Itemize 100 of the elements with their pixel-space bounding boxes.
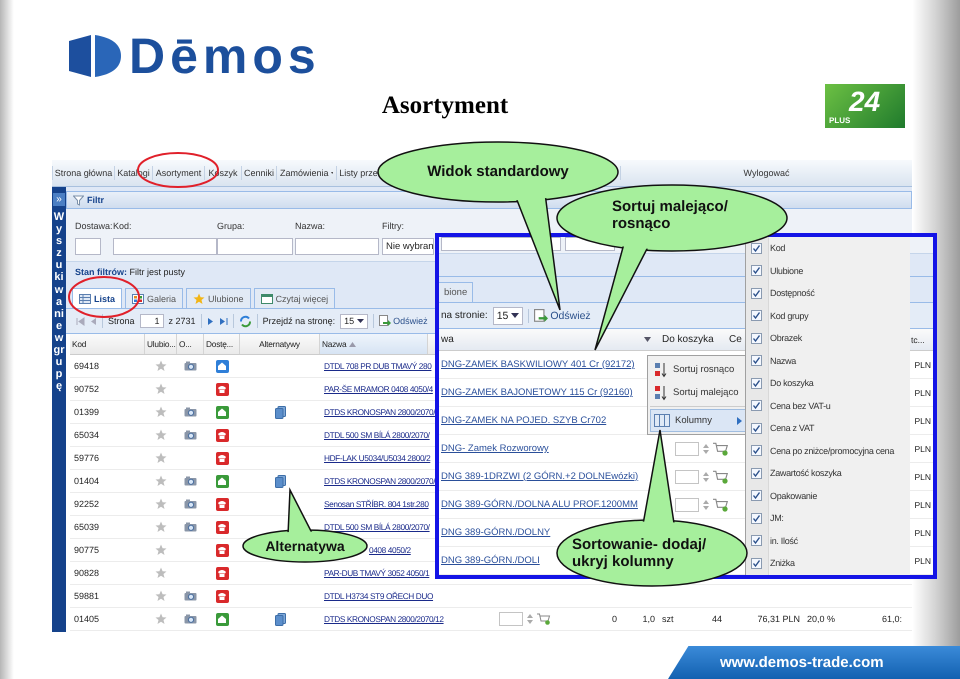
refresh-icon[interactable] xyxy=(238,314,252,328)
checkbox[interactable] xyxy=(751,400,762,412)
filter-field[interactable] xyxy=(295,238,379,255)
checkbox[interactable] xyxy=(751,490,762,502)
quantity-field[interactable] xyxy=(499,612,523,626)
star-icon[interactable] xyxy=(155,429,167,441)
checkbox[interactable] xyxy=(751,378,762,389)
documents-icon[interactable] xyxy=(274,612,286,626)
product-link[interactable]: DNG- Zamek Rozworowy xyxy=(441,443,549,454)
cart-icon[interactable] xyxy=(713,498,729,512)
menu-item[interactable]: Ulubione xyxy=(770,266,804,276)
menu-item[interactable]: JM: xyxy=(770,513,784,524)
column-header[interactable]: Nazwa xyxy=(320,334,428,354)
view-tab[interactable]: bione xyxy=(439,282,474,302)
star-icon[interactable] xyxy=(155,498,167,510)
checkbox[interactable] xyxy=(751,468,762,479)
product-link[interactable]: DTDS KRONOSPAN 2800/2070/ xyxy=(324,407,436,417)
page-field[interactable]: 1 xyxy=(140,314,164,328)
menu-item[interactable]: Obrazek xyxy=(770,333,802,344)
checkbox[interactable] xyxy=(751,332,762,344)
menu-item[interactable]: Nazwa xyxy=(770,356,796,366)
product-link[interactable]: 0408 4050/2 xyxy=(369,545,411,555)
menu-item[interactable]: Sortuj rosnąco xyxy=(650,358,746,381)
camera-icon[interactable] xyxy=(184,407,197,417)
camera-icon[interactable] xyxy=(184,361,197,371)
product-link[interactable]: DNG 389-1DRZWI (2 GÓRN.+2 DOLNEwózki) xyxy=(441,471,638,482)
expand-button[interactable]: » xyxy=(53,193,65,206)
cart-icon[interactable] xyxy=(537,613,551,625)
product-link[interactable]: DNG-ZAMEK BAJONETOWY 115 Cr (92160) xyxy=(441,387,633,398)
column-header[interactable]: Dostę... xyxy=(204,334,240,354)
product-link[interactable]: DNG 389-GÓRN./DOLNY xyxy=(441,527,550,538)
checkbox[interactable] xyxy=(751,558,762,569)
documents-icon[interactable] xyxy=(274,406,286,418)
nav-item[interactable]: Cenniki xyxy=(241,166,276,180)
product-link[interactable]: PAR-ŠE MRAMOR 0408 4050/4 xyxy=(324,384,433,394)
checkbox[interactable] xyxy=(751,242,762,254)
checkbox[interactable] xyxy=(751,288,762,299)
filter-field[interactable] xyxy=(217,238,293,255)
nav-item[interactable]: Strona główna xyxy=(52,166,114,180)
refresh-button[interactable]: Odśwież xyxy=(379,315,428,327)
menu-item[interactable]: Zniżka xyxy=(770,558,795,568)
product-link[interactable]: DTDS KRONOSPAN 2800/2070/ xyxy=(324,476,436,486)
product-link[interactable]: DNG-ZAMEK BASKWILIOWY 401 Cr (92172) xyxy=(441,359,635,370)
star-icon[interactable] xyxy=(155,383,167,395)
checkbox[interactable] xyxy=(751,355,762,366)
checkbox[interactable] xyxy=(751,445,762,456)
star-icon[interactable] xyxy=(155,613,167,625)
checkbox[interactable] xyxy=(751,535,762,546)
menu-item[interactable]: in. Ilość xyxy=(770,536,798,546)
star-icon[interactable] xyxy=(155,475,167,487)
cart-icon[interactable] xyxy=(713,442,729,456)
menu-item[interactable]: Kolumny xyxy=(650,409,746,432)
view-tab[interactable]: Ulubione xyxy=(186,288,251,308)
filter-field[interactable]: Nie wybran xyxy=(382,238,434,255)
dropdown-caret-icon[interactable] xyxy=(644,337,651,342)
filter-field[interactable] xyxy=(75,238,101,255)
view-tab[interactable]: Lista xyxy=(72,288,122,308)
menu-item[interactable]: Opakowanie xyxy=(770,490,818,501)
product-link[interactable]: DTDL 500 SM BÍLÁ 2800/2070/ xyxy=(324,430,430,440)
menu-item[interactable]: Cena z VAT xyxy=(770,423,814,434)
star-icon[interactable] xyxy=(155,452,167,464)
column-header[interactable]: tc... xyxy=(911,334,933,344)
column-header[interactable]: O... xyxy=(177,334,204,354)
star-icon[interactable] xyxy=(155,590,167,602)
menu-item[interactable]: Zawartość koszyka xyxy=(770,468,842,478)
camera-icon[interactable] xyxy=(184,430,197,440)
nav-item[interactable]: Asortyment xyxy=(152,166,204,180)
menu-item[interactable]: Kod grupy xyxy=(770,310,808,321)
camera-icon[interactable] xyxy=(184,522,197,532)
quantity-field[interactable] xyxy=(675,498,699,512)
product-link[interactable]: DNG-ZAMEK NA POJED. SZYB Cr702 xyxy=(441,415,606,426)
product-link[interactable]: Senosan STŘÍBR. 804 1str.280 xyxy=(324,499,429,509)
checkbox[interactable] xyxy=(751,310,762,322)
last-page-icon[interactable] xyxy=(218,316,228,326)
menu-item[interactable]: Kod xyxy=(770,243,786,254)
product-link[interactable]: PAR-DUB TMAVÝ 3052 4050/1 xyxy=(324,568,430,578)
spinner-icon[interactable] xyxy=(527,613,533,625)
cart-icon[interactable] xyxy=(713,470,729,484)
product-link[interactable]: DTDS KRONOSPAN 2800/2070/12 xyxy=(324,614,444,624)
camera-icon[interactable] xyxy=(184,614,197,624)
checkbox[interactable] xyxy=(751,265,762,276)
next-page-icon[interactable] xyxy=(206,316,214,326)
product-link[interactable]: DNG 389-GÓRN./DOLNA ALU PROF.1200MM xyxy=(441,499,638,510)
product-link[interactable]: HDF-LAK U5034/U5034 2800/2 xyxy=(324,453,430,463)
product-link[interactable]: DTDL 708 PR DUB TMAVÝ 280 xyxy=(324,361,432,371)
column-header[interactable]: Ce xyxy=(727,334,747,345)
checkbox[interactable] xyxy=(751,422,762,434)
previous-page-icon[interactable] xyxy=(90,316,97,326)
documents-icon[interactable] xyxy=(274,474,286,488)
star-icon[interactable] xyxy=(155,521,167,533)
quantity-field[interactable] xyxy=(675,442,699,456)
camera-icon[interactable] xyxy=(184,591,197,601)
nav-item[interactable]: Zamówienia xyxy=(276,166,336,180)
spinner-icon[interactable] xyxy=(703,442,709,454)
page-size-select[interactable]: 15 xyxy=(340,314,368,328)
star-icon[interactable] xyxy=(155,360,167,372)
product-link[interactable]: DTDL 500 SM BÍLÁ 2800/2070/ xyxy=(324,522,430,532)
spinner-icon[interactable] xyxy=(703,470,709,482)
star-icon[interactable] xyxy=(155,406,167,418)
menu-item[interactable]: Cena bez VAT-u xyxy=(770,400,831,411)
